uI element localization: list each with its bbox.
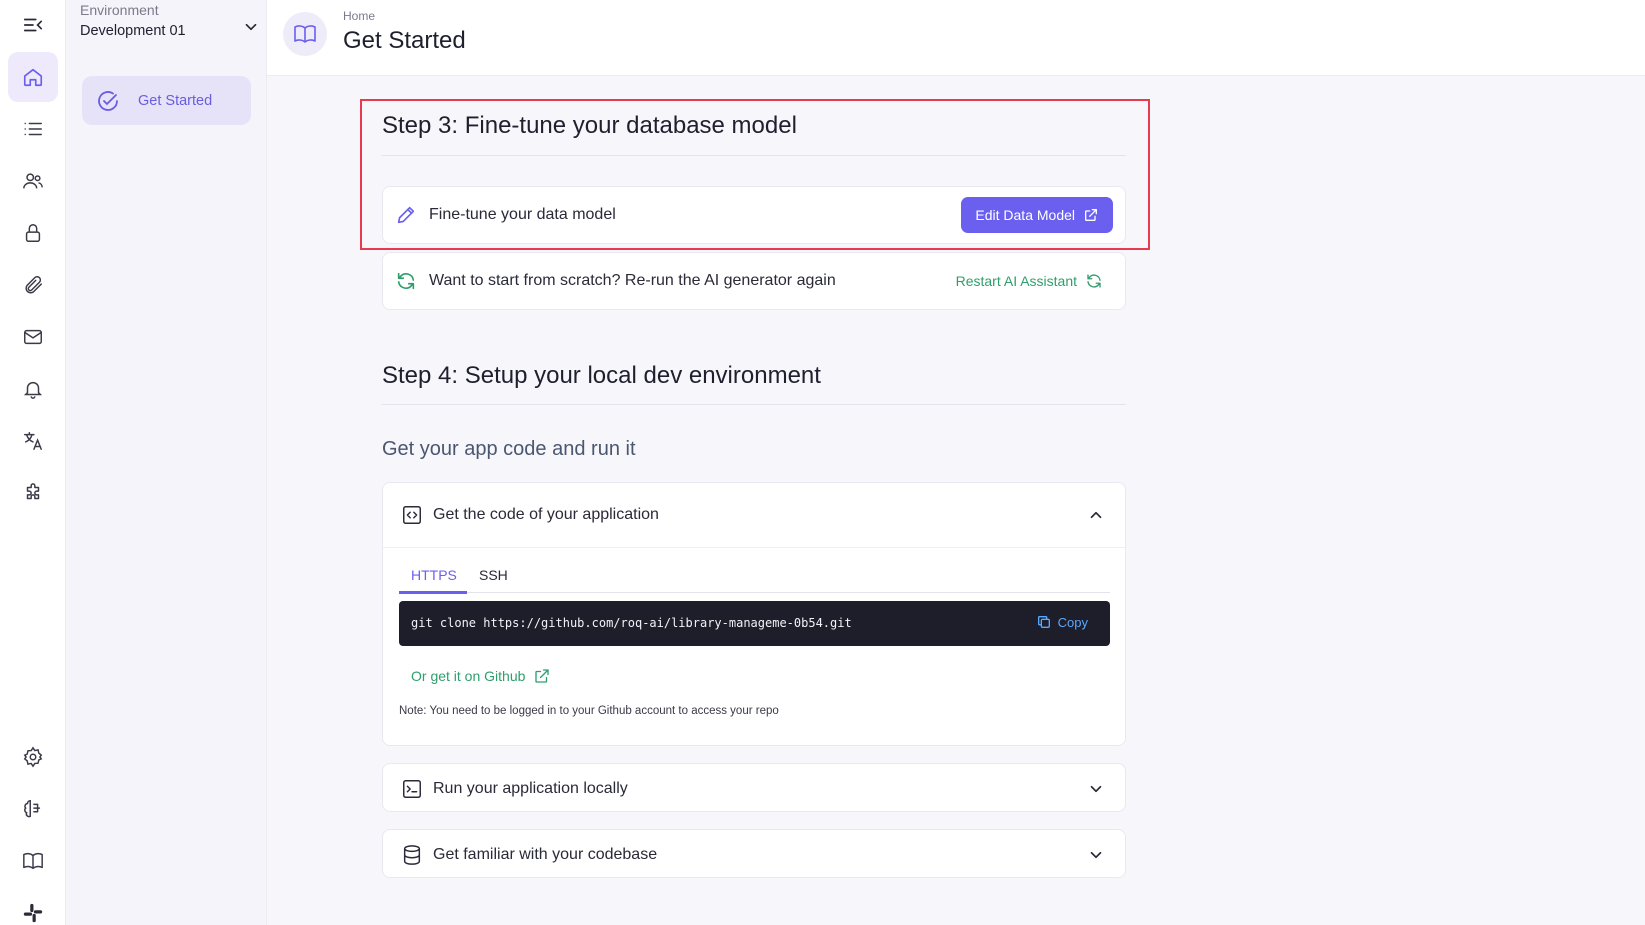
- run-locally-accordion: Run your application locally: [382, 763, 1126, 812]
- code-accordion-title: Get the code of your application: [433, 506, 659, 523]
- puzzle-icon[interactable]: [8, 468, 58, 518]
- terminal-icon: [403, 779, 421, 798]
- mail-icon[interactable]: [8, 312, 58, 362]
- copy-icon: [1037, 616, 1050, 628]
- slack-icon[interactable]: [8, 888, 58, 925]
- sidebar-item-get-started[interactable]: Get Started: [82, 76, 251, 125]
- codebase-title: Get familiar with your codebase: [433, 845, 658, 863]
- finetune-card: Fine-tune your data model Edit Data Mode…: [382, 186, 1126, 244]
- restart-ai-assistant-label: Restart AI Assistant: [955, 273, 1077, 289]
- brain-icon[interactable]: [8, 784, 58, 834]
- run-locally-title: Run your application locally: [433, 779, 628, 797]
- environment-sidebar: Environment Development 01 Get Started: [66, 0, 267, 925]
- header-book-icon: [283, 12, 327, 56]
- page-header: Home Get Started: [267, 0, 1645, 76]
- codebase-accordion: Get familiar with your codebase: [382, 829, 1126, 878]
- translate-icon[interactable]: [8, 416, 58, 466]
- bell-icon[interactable]: [8, 364, 58, 414]
- rerun-text: Want to start from scratch? Re-run the A…: [429, 272, 836, 289]
- external-link-icon: [1085, 209, 1097, 221]
- run-locally-header[interactable]: Run your application locally: [383, 764, 1125, 813]
- copy-button[interactable]: Copy: [1036, 614, 1088, 630]
- breadcrumb[interactable]: Home: [343, 9, 375, 23]
- clone-command-block: git clone https://github.com/roq-ai/libr…: [399, 601, 1110, 646]
- chevron-down-icon: [1090, 785, 1102, 792]
- code-accordion: Get the code of your application HTTPS S…: [382, 482, 1126, 746]
- clone-tabs: HTTPS SSH: [399, 561, 1110, 594]
- github-note: Note: You need to be logged in to your G…: [399, 705, 779, 717]
- edit-data-model-button[interactable]: Edit Data Model: [961, 197, 1113, 233]
- step4-divider: [382, 404, 1126, 405]
- chevron-down-icon: [1090, 851, 1102, 858]
- codebase-header[interactable]: Get familiar with your codebase: [383, 830, 1125, 879]
- edit-data-model-label: Edit Data Model: [975, 207, 1075, 223]
- database-icon: [403, 844, 421, 865]
- environment-select[interactable]: Environment Development 01: [80, 0, 260, 48]
- page-title: Get Started: [343, 27, 466, 54]
- chevron-up-icon: [1090, 511, 1102, 519]
- users-icon[interactable]: [8, 156, 58, 206]
- gear-icon[interactable]: [8, 732, 58, 782]
- lock-icon[interactable]: [8, 208, 58, 258]
- tab-underline: [399, 591, 467, 594]
- pencil-icon: [397, 206, 415, 224]
- home-icon[interactable]: [8, 52, 58, 102]
- restart-ai-assistant-link[interactable]: Restart AI Assistant: [956, 272, 1103, 290]
- menu-collapse-icon[interactable]: [8, 0, 58, 50]
- github-link-label: Or get it on Github: [411, 668, 526, 684]
- code-accordion-header[interactable]: Get the code of your application: [383, 483, 1125, 547]
- step3-title: Step 3: Fine-tune your database model: [382, 112, 797, 139]
- code-icon: [403, 506, 421, 524]
- check-circle-icon: [98, 90, 118, 111]
- github-link[interactable]: Or get it on Github: [411, 667, 551, 685]
- paperclip-icon[interactable]: [8, 260, 58, 310]
- tab-https[interactable]: HTTPS: [411, 567, 457, 583]
- refresh-icon: [1087, 274, 1101, 288]
- chevron-down-icon: [245, 23, 257, 31]
- external-link-icon: [535, 669, 550, 683]
- book-icon[interactable]: [8, 836, 58, 886]
- refresh-icon: [397, 272, 415, 290]
- step4-title: Step 4: Setup your local dev environment: [382, 362, 821, 389]
- accordion-divider: [383, 547, 1125, 548]
- list-icon[interactable]: [8, 104, 58, 154]
- step4-subtitle: Get your app code and run it: [382, 438, 636, 460]
- rerun-card: Want to start from scratch? Re-run the A…: [382, 252, 1126, 310]
- icon-rail: [0, 0, 66, 925]
- tab-ssh[interactable]: SSH: [479, 567, 508, 583]
- step3-divider: [382, 155, 1126, 156]
- sidebar-item-label: Get Started: [138, 92, 213, 109]
- copy-label: Copy: [1057, 614, 1088, 630]
- finetune-text: Fine-tune your data model: [429, 206, 616, 223]
- environment-value: Development 01: [80, 23, 186, 39]
- environment-label: Environment: [80, 2, 159, 18]
- clone-command[interactable]: git clone https://github.com/roq-ai/libr…: [411, 616, 852, 630]
